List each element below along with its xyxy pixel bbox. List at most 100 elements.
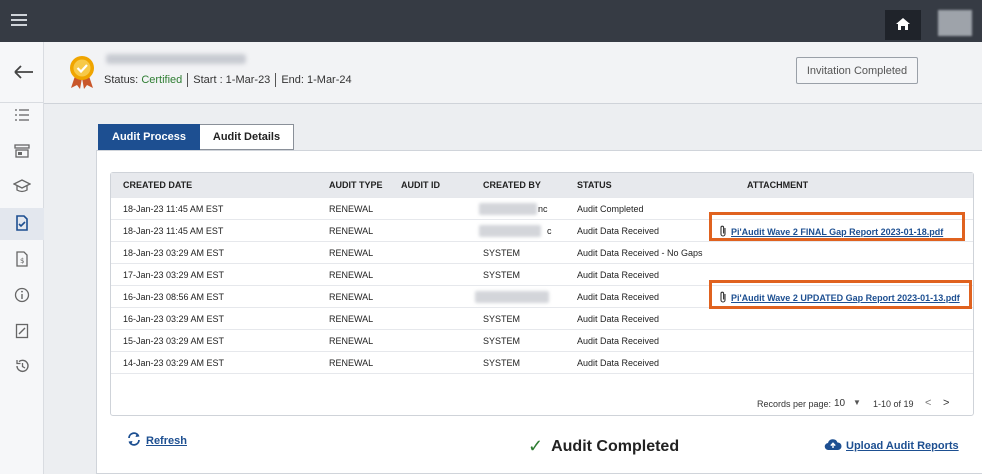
table-row: 16-Jan-23 08:56 AM EST RENEWAL Audit Dat… [111,285,973,307]
created-by: SYSTEM [483,358,521,368]
created-by-redacted [475,291,549,303]
audit-type: RENEWAL [329,248,374,258]
back-arrow-icon[interactable] [14,64,34,80]
created-by: SYSTEM [483,270,521,280]
created-date: 17-Jan-23 03:29 AM EST [123,270,225,280]
created-date: 18-Jan-23 03:29 AM EST [123,248,225,258]
table-header: CREATED DATE AUDIT TYPE AUDIT ID CREATED… [111,173,973,197]
audit-completed-label: Audit Completed [551,437,680,455]
column-created-date[interactable]: CREATED DATE [123,180,192,190]
refresh-label[interactable]: Refresh [146,435,187,447]
created-by-redacted [479,225,541,237]
prev-page-icon[interactable]: < [925,397,931,409]
audit-type: RENEWAL [329,336,374,346]
created-date: 16-Jan-23 08:56 AM EST [123,292,225,302]
menu-icon[interactable] [10,12,28,28]
cloud-upload-icon [824,438,842,454]
page-header: Status: Certified Start : 1-Mar-23 End: … [44,42,982,104]
upload-audit-reports-button[interactable]: Upload Audit Reports [824,438,959,454]
table-row: 17-Jan-23 03:29 AM EST RENEWAL SYSTEM Au… [111,263,973,285]
history-icon [14,358,30,377]
graduation-cap-icon [12,178,32,196]
invoice-icon: $ [15,250,29,270]
sidebar-item-history[interactable] [0,351,44,383]
table-row: 18-Jan-23 11:45 AM EST RENEWAL nc Audit … [111,197,973,219]
company-name-redacted [106,54,246,64]
created-by: nc [538,204,548,214]
attachment-link[interactable]: Pi'Audit Wave 2 UPDATED Gap Report 2023-… [719,291,960,305]
end-date: End: 1-Mar-24 [281,74,352,86]
table-row: 18-Jan-23 03:29 AM EST RENEWAL SYSTEM Au… [111,241,973,263]
records-range: 1-10 of 19 [873,399,914,409]
status: Audit Data Received [577,314,660,324]
sidebar-item-edit[interactable] [0,316,44,348]
records-per-page-select[interactable]: 10 [834,398,845,409]
status: Audit Completed [577,204,644,214]
table-row: 16-Jan-23 03:29 AM EST RENEWAL SYSTEM Au… [111,307,973,329]
audit-type: RENEWAL [329,226,374,236]
column-audit-type[interactable]: AUDIT TYPE [329,180,383,190]
sidebar-item-training[interactable] [0,171,44,203]
refresh-button[interactable]: Refresh [126,432,187,449]
audit-type: RENEWAL [329,270,374,280]
sidebar-item-invoice[interactable]: $ [0,244,44,276]
created-by: c [547,226,552,236]
top-bar [0,0,982,42]
status: Audit Data Received [577,292,660,302]
audit-type: RENEWAL [329,314,374,324]
status: Audit Data Received [577,358,660,368]
avatar[interactable] [938,10,972,36]
attachment-filename[interactable]: Pi'Audit Wave 2 UPDATED Gap Report 2023-… [731,293,960,303]
upload-label[interactable]: Upload Audit Reports [846,440,959,452]
column-audit-id[interactable]: AUDIT ID [401,180,440,190]
sidebar-item-store[interactable] [0,136,44,168]
created-by: SYSTEM [483,336,521,346]
paperclip-icon [719,225,727,239]
created-by: SYSTEM [483,314,521,324]
audit-completed-status: ✓ Audit Completed [528,436,679,457]
created-date: 18-Jan-23 11:45 AM EST [123,226,224,236]
created-by-redacted [479,203,537,215]
home-button[interactable] [885,10,921,40]
table-row: 14-Jan-23 03:29 AM EST RENEWAL SYSTEM Au… [111,351,973,373]
created-date: 14-Jan-23 03:29 AM EST [123,358,225,368]
tab-audit-process[interactable]: Audit Process [98,124,200,150]
audit-table: CREATED DATE AUDIT TYPE AUDIT ID CREATED… [110,172,974,416]
sidebar-item-list[interactable] [0,100,44,132]
invitation-completed-button[interactable]: Invitation Completed [796,57,918,84]
info-icon [14,287,30,306]
sidebar-item-audit[interactable] [0,208,44,240]
created-date: 16-Jan-23 03:29 AM EST [123,314,225,324]
caret-down-icon[interactable]: ▼ [853,398,861,407]
column-attachment[interactable]: ATTACHMENT [747,180,808,190]
certification-meta: Status: Certified Start : 1-Mar-23 End: … [104,73,352,87]
attachment-link[interactable]: Pi'Audit Wave 2 FINAL Gap Report 2023-01… [719,225,943,239]
created-date: 18-Jan-23 11:45 AM EST [123,204,224,214]
status: Audit Data Received [577,336,660,346]
sidebar-item-info[interactable] [0,280,44,312]
attachment-filename[interactable]: Pi'Audit Wave 2 FINAL Gap Report 2023-01… [731,227,943,237]
records-per-page-label: Records per page: [757,399,832,409]
status: Audit Data Received - No Gaps [577,248,703,258]
pagination: Records per page: 10 ▼ 1-10 of 19 < > [111,393,973,415]
status: Audit Data Received [577,226,660,236]
created-date: 15-Jan-23 03:29 AM EST [123,336,225,346]
next-page-icon[interactable]: > [943,397,949,409]
refresh-icon [126,432,142,449]
status: Audit Data Received [577,270,660,280]
paperclip-icon [719,291,727,305]
tab-audit-details[interactable]: Audit Details [200,124,294,150]
edit-icon [15,323,29,342]
document-check-icon [15,214,29,234]
table-row-empty [111,373,973,393]
audit-type: RENEWAL [329,204,374,214]
status-label: Status: [104,74,139,86]
checkmark-icon: ✓ [528,436,544,456]
column-created-by[interactable]: CREATED BY [483,180,541,190]
start-date: Start : 1-Mar-23 [193,74,271,86]
store-icon [14,143,30,161]
medal-icon [66,54,98,90]
column-status[interactable]: STATUS [577,180,612,190]
home-icon [895,17,911,34]
table-row: 18-Jan-23 11:45 AM EST RENEWAL c Audit D… [111,219,973,241]
